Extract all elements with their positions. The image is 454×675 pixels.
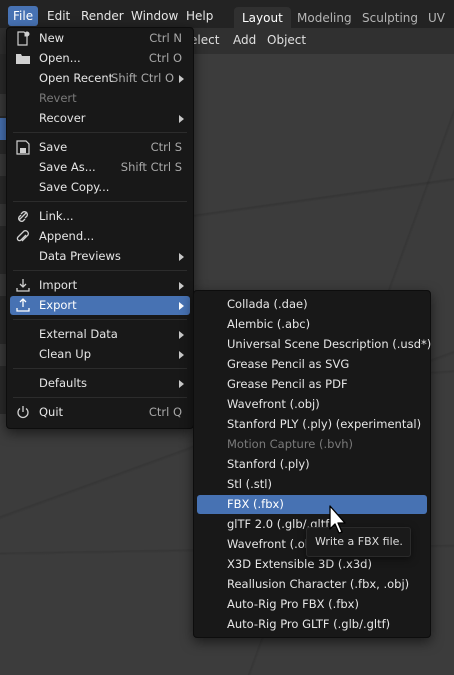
menu-item-save-as[interactable]: Save As... Shift Ctrl S [10, 158, 190, 177]
export-item-fbx[interactable]: FBX (.fbx) [197, 495, 427, 514]
tab-layout[interactable]: Layout [234, 7, 291, 29]
export-item-auto-rig-pro-fbx[interactable]: Auto-Rig Pro FBX (.fbx) [197, 595, 427, 614]
submenu-arrow-icon [179, 351, 184, 359]
render-menu-button[interactable]: Render [76, 6, 129, 26]
paperclip-icon [16, 230, 29, 242]
file-menu: New Ctrl N Open... Ctrl O Open Recent Sh… [6, 27, 194, 429]
submenu-arrow-icon [179, 253, 184, 261]
export-item-wavefront-obj[interactable]: Wavefront (.obj) [197, 395, 427, 414]
export-item-x3d[interactable]: X3D Extensible 3D (.x3d) [197, 555, 427, 574]
menu-item-clean-up[interactable]: Clean Up [10, 345, 190, 364]
export-icon [16, 298, 30, 312]
export-item-grease-pencil-svg[interactable]: Grease Pencil as SVG [197, 355, 427, 374]
export-item-stl[interactable]: Stl (.stl) [197, 475, 427, 494]
menu-item-export[interactable]: Export [10, 296, 190, 315]
export-item-motion-capture: Motion Capture (.bvh) [227, 437, 354, 451]
export-item-stanford-ply[interactable]: Stanford (.ply) [197, 455, 427, 474]
window-menu-button[interactable]: Window [126, 6, 183, 26]
export-item-collada[interactable]: Collada (.dae) [197, 295, 427, 314]
folder-icon [16, 54, 30, 64]
submenu-arrow-icon [179, 75, 184, 83]
submenu-arrow-icon [179, 331, 184, 339]
select-menu-button[interactable]: elect [190, 33, 219, 47]
export-item-usd[interactable]: Universal Scene Description (.usd*) [197, 335, 431, 354]
menu-item-open[interactable]: Open... Ctrl O [10, 49, 190, 68]
menu-separator [13, 270, 187, 271]
save-icon [16, 140, 30, 155]
menu-separator [13, 319, 187, 320]
export-item-grease-pencil-pdf[interactable]: Grease Pencil as PDF [197, 375, 427, 394]
submenu-arrow-icon [179, 115, 184, 123]
tooltip-text: Write a FBX file. [315, 535, 403, 548]
tooltip: Write a FBX file. [306, 527, 411, 557]
menu-separator [13, 368, 187, 369]
menu-item-link[interactable]: Link... [10, 207, 190, 226]
help-menu-button[interactable]: Help [181, 6, 218, 26]
submenu-arrow-icon [179, 380, 184, 388]
link-icon [18, 211, 28, 222]
menu-item-new[interactable]: New Ctrl N [10, 29, 190, 48]
menu-item-open-recent[interactable]: Open Recent Shift Ctrl O [10, 69, 190, 88]
tab-sculpting[interactable]: Sculpting [354, 7, 426, 29]
object-menu-button[interactable]: Object [267, 33, 306, 47]
edit-menu-button[interactable]: Edit [42, 6, 75, 26]
menu-item-defaults[interactable]: Defaults [10, 374, 190, 393]
export-item-stanford-ply-experimental[interactable]: Stanford PLY (.ply) (experimental) [197, 415, 427, 434]
mouse-cursor-icon [329, 505, 346, 534]
top-menu-bar: File Edit Render Window Help Layout Mode… [0, 0, 454, 47]
menu-item-append[interactable]: Append... [10, 227, 190, 246]
new-file-icon [17, 31, 30, 46]
menu-item-revert: Revert [39, 91, 77, 105]
menu-item-external-data[interactable]: External Data [10, 325, 190, 344]
menu-separator [13, 132, 187, 133]
menu-separator [13, 397, 187, 398]
file-menu-button[interactable]: File [8, 6, 39, 26]
submenu-arrow-icon [179, 302, 184, 310]
export-submenu: Collada (.dae) Alembic (.abc) Universal … [193, 290, 431, 638]
import-icon [16, 279, 30, 292]
menu-item-recover[interactable]: Recover [10, 109, 190, 128]
add-menu-button[interactable]: Add [233, 33, 256, 47]
menu-item-import[interactable]: Import [10, 276, 190, 295]
export-item-auto-rig-pro-gltf[interactable]: Auto-Rig Pro GLTF (.glb/.gltf) [197, 615, 427, 634]
submenu-arrow-icon [179, 282, 184, 290]
tab-modeling[interactable]: Modeling [289, 7, 360, 29]
export-item-alembic[interactable]: Alembic (.abc) [197, 315, 427, 334]
export-item-reallusion-character[interactable]: Reallusion Character (.fbx, .obj) [197, 575, 427, 594]
power-icon [17, 406, 29, 419]
menu-item-save[interactable]: Save Ctrl S [10, 138, 190, 157]
menu-item-quit[interactable]: Quit Ctrl Q [10, 403, 190, 422]
menu-item-save-copy[interactable]: Save Copy... [10, 178, 190, 197]
menu-item-data-previews[interactable]: Data Previews [10, 247, 190, 266]
tab-uv-editing[interactable]: UV Ed [420, 7, 454, 47]
menu-separator [13, 201, 187, 202]
